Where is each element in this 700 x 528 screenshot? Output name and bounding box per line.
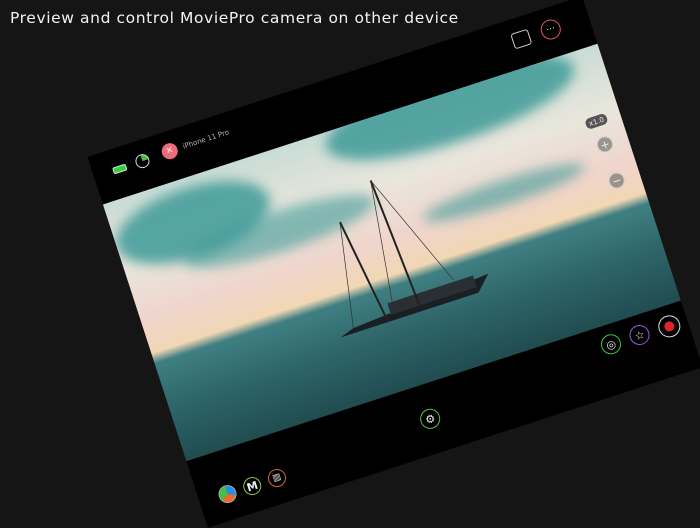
- record-dot-icon: [663, 320, 676, 333]
- record-button[interactable]: [655, 312, 684, 341]
- more-options-button[interactable]: ⋯: [538, 16, 564, 43]
- battery-icon: [112, 163, 128, 175]
- ipad-device-frame: ✕ iPhone 11 Pro ⋯ x1.0 + − ◎ ☆ ⚙ M ▥: [87, 0, 700, 528]
- audio-levels-button[interactable]: ▥: [265, 466, 289, 490]
- record-timer-icon: [133, 152, 152, 170]
- photo-capture-button[interactable]: ◎: [598, 331, 624, 357]
- sailboat-image: [339, 180, 489, 338]
- device-name: iPhone 11 Pro: [181, 128, 231, 151]
- camera-preview[interactable]: [102, 43, 681, 462]
- disconnect-button[interactable]: ✕: [159, 141, 180, 162]
- settings-gear-button[interactable]: ⚙: [417, 406, 443, 432]
- camera-switch-icon[interactable]: [510, 28, 533, 50]
- headline: Preview and control MoviePro camera on o…: [10, 9, 459, 27]
- manual-mode-button[interactable]: M: [240, 474, 264, 498]
- favorites-star-button[interactable]: ☆: [626, 322, 653, 348]
- color-wheel-button[interactable]: [216, 482, 239, 506]
